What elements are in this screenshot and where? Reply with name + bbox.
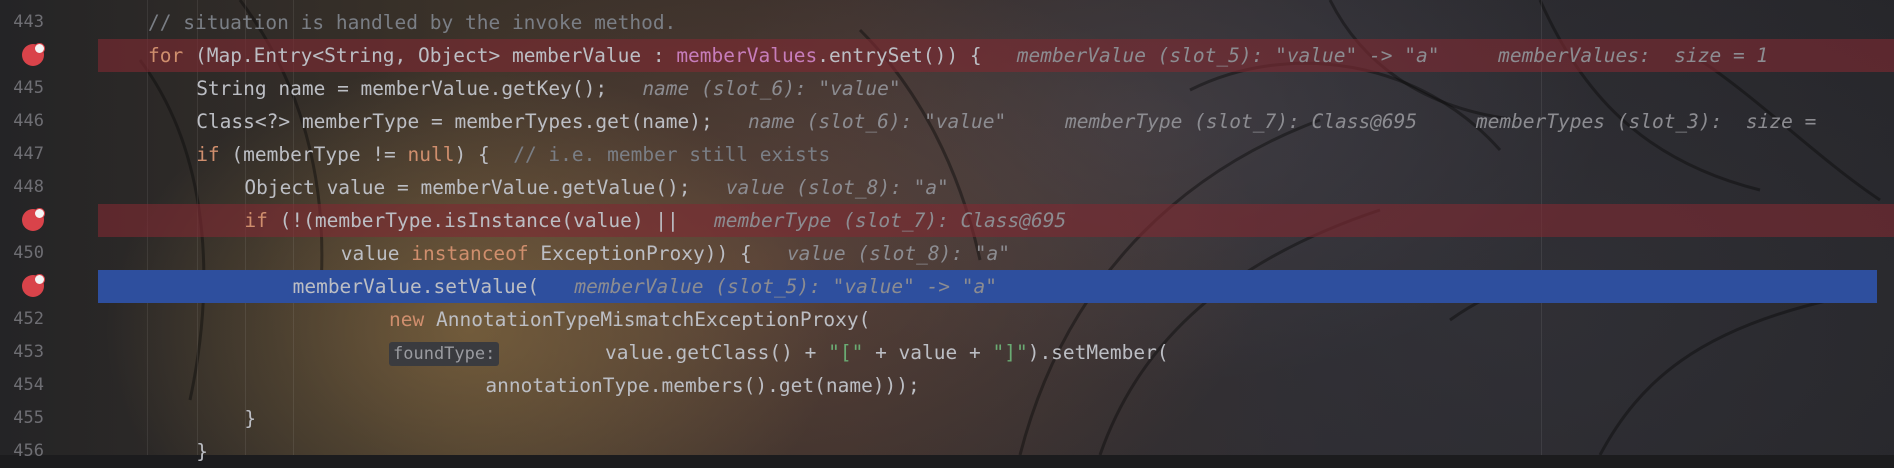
code-token: if [244,209,280,232]
code-line[interactable]: if (!(memberType.isInstance(value) || me… [0,204,1894,237]
inline-debug-value[interactable]: value (slot_8): "a" [691,176,949,199]
code-line[interactable]: 453 foundType: value.getClass() + "[" + v… [0,336,1894,369]
parameter-hint: foundType: [389,341,500,366]
code-text: if (memberType != null) { // i.e. member… [196,138,830,171]
code-token: ExceptionProxy)) { [540,242,752,265]
code-token: for [148,44,195,67]
line-number: 447 [13,144,44,164]
code-line[interactable]: 446 Class<?> memberType = memberTypes.get… [0,105,1894,138]
code-text: if (!(memberType.isInstance(value) || me… [244,204,1066,237]
code-token: memberValues [676,44,818,67]
code-token: AnnotationTypeMismatchExceptionProxy( [435,308,871,331]
code-text: for (Map.Entry<String, Object> memberVal… [148,39,1768,72]
breakpoint-icon[interactable] [22,274,45,297]
code-line[interactable]: 450 value instanceof ExceptionProxy)) { v… [0,237,1894,270]
line-number: 443 [13,12,44,32]
code-line[interactable]: for (Map.Entry<String, Object> memberVal… [0,39,1894,72]
code-token: memberValue.setValue( [292,275,540,298]
code-token: (memberType != [231,143,408,166]
line-number: 450 [13,243,44,263]
code-text: memberValue.setValue( memberValue (slot_… [293,270,997,303]
line-number: 456 [13,441,44,461]
inline-debug-value[interactable]: memberValue (slot_5): "value" -> "a" mem… [982,44,1768,67]
code-token: (Map.Entry<String, Object> memberValue : [194,44,677,67]
line-number: 448 [13,177,44,197]
code-token: null [407,143,455,166]
code-token: annotationType.members().get(name))); [485,374,920,397]
code-token: .entrySet()) { [817,44,982,67]
code-text: annotationType.members().get(name))); [485,369,919,402]
line-number: 452 [13,309,44,329]
code-text: foundType: value.getClass() + "[" + valu… [389,336,1169,369]
code-token: } [196,440,208,463]
code-token: instanceof [411,242,541,265]
code-token: Class<?> memberType = memberTypes.get(na… [196,110,713,133]
line-number: 454 [13,375,44,395]
code-token: (!(memberType.isInstance(value) || [279,209,679,232]
code-token: String name = memberValue.getKey(); [196,77,608,100]
code-token: value.getClass() + [499,341,829,364]
code-token: ).setMember( [1027,341,1169,364]
inline-debug-value[interactable]: memberValue (slot_5): "value" -> "a" [539,275,997,298]
code-token: new [389,308,436,331]
inline-debug-value[interactable]: value (slot_8): "a" [752,242,1010,265]
code-token: // situation is handled by the invoke me… [148,11,677,34]
code-text: String name = memberValue.getKey(); name… [196,72,900,105]
code-text: // situation is handled by the invoke me… [148,6,676,39]
line-number: 446 [13,111,44,131]
code-token: value [340,242,412,265]
code-token: Object value = memberValue.getValue(); [244,176,691,199]
code-line[interactable]: memberValue.setValue( memberValue (slot_… [0,270,1894,303]
code-line[interactable]: 445 String name = memberValue.getKey(); n… [0,72,1894,105]
code-line[interactable]: 448 Object value = memberValue.getValue()… [0,171,1894,204]
line-number: 445 [13,78,44,98]
code-token: if [196,143,232,166]
code-text: new AnnotationTypeMismatchExceptionProxy… [389,303,870,336]
inline-debug-value[interactable]: memberType (slot_7): Class@695 [679,209,1066,232]
code-line[interactable]: 452 new AnnotationTypeMismatchExceptionPr… [0,303,1894,336]
code-line[interactable]: 455} [0,402,1894,435]
code-text: } [244,402,256,435]
code-token: // i.e. member still exists [513,143,831,166]
code-line[interactable]: 456} [0,435,1894,468]
code-text: Object value = memberValue.getValue(); v… [244,171,948,204]
code-token: "]" [992,341,1028,364]
code-text: } [196,435,208,468]
line-number: 453 [13,342,44,362]
inline-debug-value[interactable]: name (slot_6): "value" memberType (slot_… [713,110,1816,133]
inline-debug-value[interactable]: name (slot_6): "value" [607,77,900,100]
code-text: Class<?> memberType = memberTypes.get(na… [196,105,1816,138]
breakpoint-icon[interactable] [22,208,45,231]
breakpoint-icon[interactable] [22,43,45,66]
code-line[interactable]: 454 annotationType.members().get(name))); [0,369,1894,402]
code-line[interactable]: 447 if (memberType != null) { // i.e. mem… [0,138,1894,171]
code-text: value instanceof ExceptionProxy)) { valu… [341,237,1010,270]
code-line[interactable]: 443 // situation is handled by the invoke… [0,6,1894,39]
code-token: + value + [863,341,993,364]
code-token: ) { [454,143,514,166]
code-token: "[" [828,341,864,364]
line-number: 455 [13,408,44,428]
code-token: } [244,407,257,430]
